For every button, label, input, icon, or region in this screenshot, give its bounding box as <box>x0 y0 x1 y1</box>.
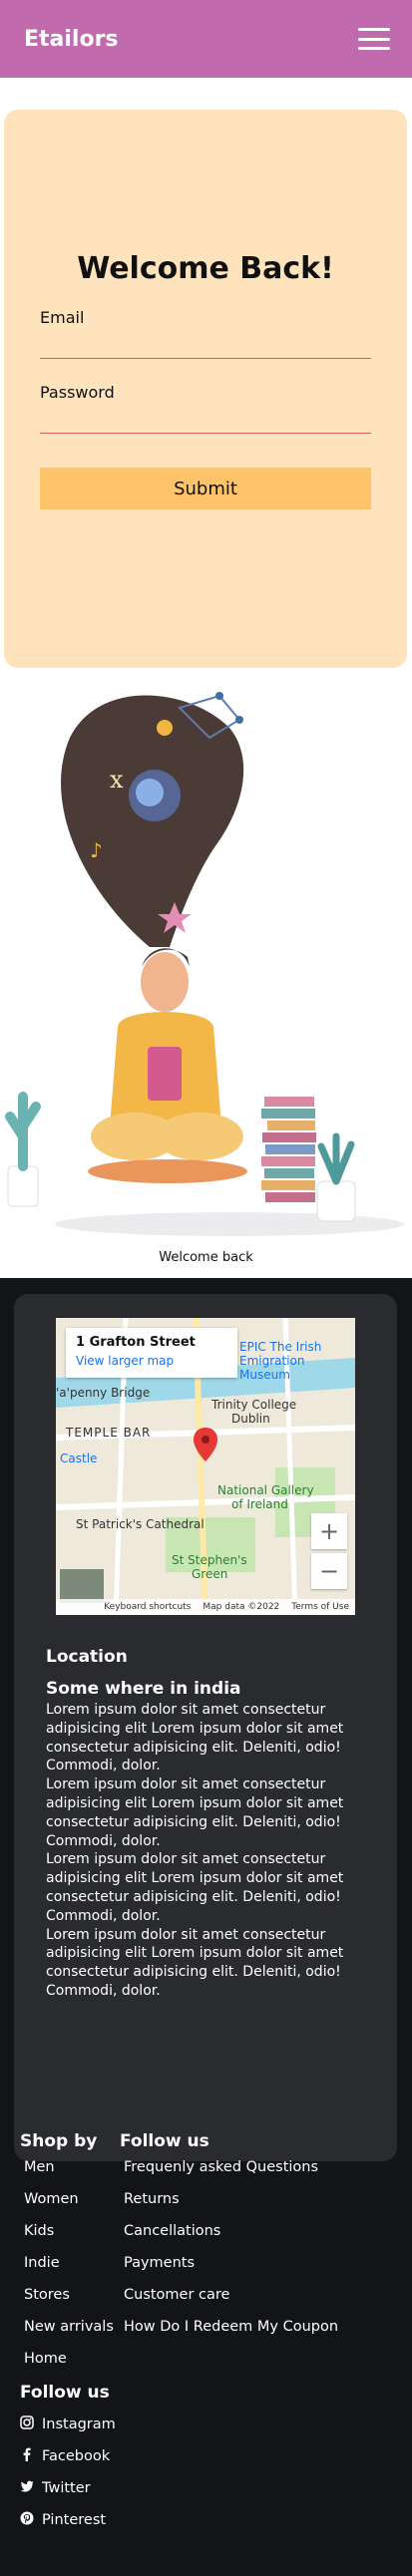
footer-link-payments[interactable]: Payments <box>120 2255 338 2287</box>
footer-link-women[interactable]: Women <box>20 2191 120 2223</box>
social-pinterest[interactable]: Pinterest <box>20 2504 399 2536</box>
map-pin-icon[interactable] <box>194 1428 217 1461</box>
password-label: Password <box>40 383 115 402</box>
svg-text:x: x <box>110 766 124 794</box>
map-label: TEMPLE BAR <box>66 1426 152 1440</box>
map-label: Emigration Museum <box>239 1354 305 1382</box>
view-larger-map-link[interactable]: View larger map <box>76 1354 227 1368</box>
hero-caption: Welcome back <box>159 1250 253 1265</box>
terms-of-use-link[interactable]: Terms of Use <box>291 1602 349 1612</box>
map-label: Green <box>192 1567 228 1581</box>
footer-link-indie[interactable]: Indie <box>20 2255 120 2287</box>
map-address: 1 Grafton Street <box>76 1335 196 1350</box>
footer-link-new-arrivals[interactable]: New arrivals <box>20 2319 120 2351</box>
footer-link-customer-care[interactable]: Customer care <box>120 2287 338 2319</box>
follow-us-title: Follow us <box>120 2131 209 2151</box>
login-card: Welcome Back! Email Password Submit <box>4 110 407 668</box>
zoom-out-button[interactable]: − <box>311 1553 347 1589</box>
hamburger-menu-icon[interactable] <box>358 28 390 50</box>
social-facebook[interactable]: Facebook <box>20 2440 399 2472</box>
map-label: St Stephen's <box>172 1553 247 1567</box>
map-embed[interactable]: EPIC The Irish Emigration Museum Trinity… <box>56 1318 355 1615</box>
shop-by-title: Shop by <box>20 2131 98 2151</box>
submit-button[interactable]: Submit <box>40 468 371 509</box>
map-label: Castle <box>60 1451 98 1465</box>
social-twitter[interactable]: Twitter <box>20 2472 399 2504</box>
location-paragraph: Lorem ipsum dolor sit amet consectetur a… <box>46 1702 344 1774</box>
location-paragraph: Lorem ipsum dolor sit amet consectetur a… <box>46 1926 344 1999</box>
site-header: Etailors <box>0 0 412 78</box>
location-paragraph: Lorem ipsum dolor sit amet consectetur a… <box>46 1851 344 1924</box>
map-label: National Gallery <box>217 1483 314 1497</box>
facebook-icon <box>20 2447 38 2465</box>
svg-text:♪: ♪ <box>90 838 103 862</box>
location-subtitle: Some where in india <box>46 1679 241 1699</box>
email-label: Email <box>40 308 85 327</box>
instagram-icon <box>20 2415 38 2433</box>
map-label: of Ireland <box>231 1497 288 1511</box>
location-paragraph: Lorem ipsum dolor sit amet consectetur a… <box>46 1776 344 1849</box>
footer-link-cancellations[interactable]: Cancellations <box>120 2223 338 2255</box>
social-title: Follow us <box>20 2383 110 2403</box>
password-field[interactable] <box>40 402 371 434</box>
footer-link-home[interactable]: Home <box>20 2351 120 2383</box>
shop-by-column: Shop by Men Women Kids Indie Stores New … <box>20 2131 120 2383</box>
follow-us-column: Follow us Frequenly asked Questions Retu… <box>120 2131 338 2383</box>
social-label: Facebook <box>42 2448 111 2464</box>
zoom-in-button[interactable]: + <box>311 1513 347 1549</box>
map-info-box: 1 Grafton Street View larger map <box>66 1328 237 1378</box>
pinterest-icon <box>20 2511 38 2529</box>
site-footer: Shop by Men Women Kids Indie Stores New … <box>20 2131 399 2536</box>
map-label: St Patrick's Cathedral <box>76 1517 205 1531</box>
map-data-label: Map data ©2022 <box>203 1602 280 1612</box>
footer-link-faq[interactable]: Frequenly asked Questions <box>120 2159 338 2191</box>
hero-illustration: x ♪ <box>5 692 404 1236</box>
footer-link-men[interactable]: Men <box>20 2159 120 2191</box>
email-field[interactable] <box>40 327 371 359</box>
location-title: Location <box>46 1647 128 1667</box>
map-label: 'a'penny Bridge <box>56 1386 151 1400</box>
map-footer: Keyboard shortcuts Map data ©2022 Terms … <box>56 1599 355 1615</box>
footer-link-stores[interactable]: Stores <box>20 2287 120 2319</box>
keyboard-shortcuts-link[interactable]: Keyboard shortcuts <box>104 1602 191 1612</box>
brand-logo[interactable]: Etailors <box>24 27 119 52</box>
social-label: Pinterest <box>42 2512 107 2528</box>
location-text: Location Some where in india Lorem ipsum… <box>46 1647 375 2001</box>
social-instagram[interactable]: Instagram <box>20 2409 399 2440</box>
footer-link-returns[interactable]: Returns <box>120 2191 338 2223</box>
social-label: Twitter <box>42 2480 91 2496</box>
footer-link-kids[interactable]: Kids <box>20 2223 120 2255</box>
footer-link-redeem-coupon[interactable]: How Do I Redeem My Coupon <box>120 2319 338 2351</box>
twitter-icon <box>20 2479 38 2497</box>
login-title: Welcome Back! <box>77 251 334 286</box>
map-label: Dublin <box>231 1412 270 1426</box>
map-label: Trinity College <box>211 1398 297 1412</box>
map-label: EPIC The Irish <box>239 1340 322 1354</box>
social-label: Instagram <box>42 2416 116 2432</box>
